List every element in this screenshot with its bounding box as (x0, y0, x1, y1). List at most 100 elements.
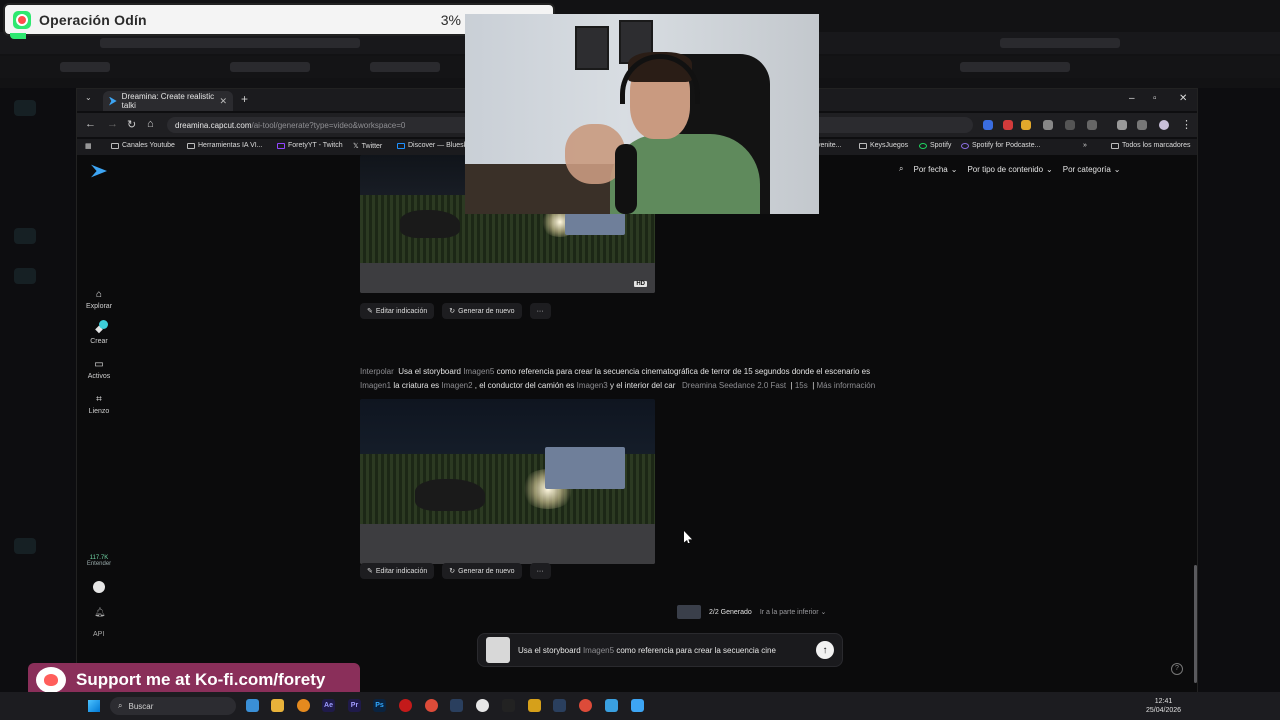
more-info-link[interactable]: Más información (817, 381, 876, 390)
bookmark-item[interactable]: KeysJuegos (859, 142, 908, 149)
send-button[interactable]: ↑ (816, 641, 834, 659)
extension-icon[interactable] (1021, 120, 1031, 130)
bookmark-item[interactable]: 𝕏 Twitter (353, 142, 382, 151)
mode-chip: Interpolar (360, 367, 394, 376)
bookmark-item[interactable]: Spotify for Podcaste... (961, 142, 1040, 149)
tab-list-chevron-icon[interactable]: ⌄ (85, 93, 92, 102)
storyboard-thumbnail[interactable] (486, 637, 510, 663)
more-button[interactable]: ··· (529, 563, 551, 579)
tab-title: Dreamina: Create realistic talki (121, 92, 215, 110)
filter-by-date[interactable]: Por fecha ⌄ (913, 165, 957, 174)
reload-icon[interactable]: ↻ (127, 118, 136, 131)
back-icon[interactable]: ← (85, 118, 96, 130)
edit-prompt-button[interactable]: ✎ Editar indicación (360, 563, 435, 579)
search-icon: ⌕ (118, 701, 123, 710)
bookmark-item[interactable]: Discover — Bluesk (397, 142, 467, 149)
apps-grid-icon[interactable]: ▦ (85, 142, 92, 150)
sidebar-item-activos[interactable]: ▭ Activos (77, 359, 121, 380)
regenerate-button[interactable]: ↻ Generar de nuevo (442, 303, 522, 319)
taskbar-search[interactable]: ⌕ Buscar (110, 697, 236, 715)
credits-counter[interactable]: 117.7K Entender (85, 555, 113, 567)
obs-icon[interactable] (476, 699, 489, 712)
bookmark-item[interactable]: Spotify (919, 142, 951, 149)
premiere-icon[interactable]: Pr (348, 699, 361, 712)
extension-icon[interactable] (1065, 120, 1075, 130)
more-bookmarks-icon[interactable]: » (1083, 142, 1087, 149)
menu-kebab-icon[interactable]: ⋮ (1181, 118, 1192, 131)
canvas-icon: ⌗ (96, 394, 102, 405)
filter-by-category[interactable]: Por categoría ⌄ (1063, 165, 1121, 174)
outer-blur-chip (1000, 38, 1120, 48)
sidebar-item-explorar[interactable]: ⌂ Explorar (77, 289, 121, 310)
scrollbar[interactable] (1194, 565, 1197, 683)
search-icon[interactable]: ⌕ (899, 164, 903, 174)
bell-icon[interactable]: 🔔︎ (94, 607, 105, 618)
app-icon[interactable] (528, 699, 541, 712)
regenerate-button[interactable]: ↻ Generar de nuevo (442, 563, 522, 579)
edit-prompt-button[interactable]: ✎ Editar indicación (360, 303, 435, 319)
bookmark-item[interactable]: ForetyYT - Twitch (277, 142, 343, 149)
tab-dreamina[interactable]: Dreamina: Create realistic talki ✕ (103, 91, 233, 111)
photoshop-icon[interactable]: Ps (373, 699, 386, 712)
epic-games-icon[interactable] (502, 699, 515, 712)
extension-icon[interactable] (983, 120, 993, 130)
composer-text[interactable]: Usa el storyboard Imagen5 como referenci… (518, 646, 776, 655)
bookmark-item[interactable]: Herramientas IA VI... (187, 142, 263, 149)
notepad-icon[interactable] (605, 699, 618, 712)
more-button[interactable]: ··· (529, 303, 551, 319)
help-icon[interactable]: ? (1171, 663, 1183, 675)
prompt-text[interactable]: Interpolar Usa el storyboard Imagen5 com… (360, 365, 960, 393)
opera-icon[interactable] (399, 699, 412, 712)
prompt-segment: y el interior del car (610, 381, 676, 390)
minimize-icon[interactable]: – (1129, 93, 1135, 104)
tab-close-icon[interactable]: ✕ (219, 96, 227, 107)
blender-icon[interactable] (297, 699, 310, 712)
dreamina-taskbar-icon[interactable] (631, 699, 644, 712)
profile-avatar-icon[interactable] (1159, 120, 1169, 130)
file-explorer-icon[interactable] (271, 699, 284, 712)
twitch-icon (277, 142, 285, 149)
taskbar-clock[interactable]: 12:41 25/04/2026 (1146, 697, 1181, 715)
sidebar-item-crear[interactable]: ◆ Crear (77, 320, 121, 345)
download-icon[interactable] (1117, 120, 1127, 130)
bookmark-label: Spotify (930, 142, 952, 149)
steam-icon[interactable] (450, 699, 463, 712)
dreamina-logo-icon[interactable] (91, 164, 107, 178)
podcast-icon (961, 142, 969, 149)
after-effects-icon[interactable]: Ae (322, 699, 335, 712)
prompt-composer[interactable]: Usa el storyboard Imagen5 como referenci… (477, 633, 843, 667)
microphone (615, 144, 637, 214)
sidebar-item-label: Activos (87, 373, 111, 380)
media-icon[interactable] (1137, 120, 1147, 130)
sidebar-item-label: Crear (90, 338, 108, 345)
forward-icon[interactable]: → (107, 118, 118, 130)
extension-icon[interactable] (1003, 120, 1013, 130)
maximize-icon[interactable]: ▫ (1153, 93, 1157, 104)
task-view-icon[interactable] (246, 699, 259, 712)
bookmark-item[interactable]: Canales Youtube (111, 142, 175, 149)
sidebar-item-lienzo[interactable]: ⌗ Lienzo (77, 394, 121, 415)
extensions-puzzle-icon[interactable] (1087, 120, 1097, 130)
folder-icon (1111, 142, 1119, 149)
window-close-icon[interactable]: ✕ (1179, 93, 1187, 104)
duration: 15s (794, 381, 808, 390)
go-bottom-link[interactable]: Ir a la parte inferior ⌄ (760, 608, 827, 616)
windows-start-icon[interactable] (88, 700, 100, 712)
folder-icon (111, 142, 119, 149)
extension-icon[interactable] (1043, 120, 1053, 130)
chrome-icon[interactable] (579, 699, 592, 712)
api-link[interactable]: API (93, 631, 104, 638)
avatar[interactable] (93, 581, 105, 593)
all-bookmarks[interactable]: Todos los marcadores (1111, 142, 1190, 149)
truck (565, 213, 625, 235)
bookmark-item[interactable]: venite... (817, 142, 842, 149)
new-tab-icon[interactable]: + (241, 92, 248, 106)
image-ref-chip: Imagen5 (582, 645, 615, 655)
home-page-icon[interactable]: ⌂ (147, 118, 154, 130)
bookmark-label: ForetyYT - Twitch (288, 142, 343, 149)
filter-by-content[interactable]: Por tipo de contenido ⌄ (967, 165, 1052, 174)
steam-icon[interactable] (553, 699, 566, 712)
chrome-icon[interactable] (425, 699, 438, 712)
video-result-2[interactable] (360, 399, 655, 564)
status-thumbnail (677, 605, 701, 619)
